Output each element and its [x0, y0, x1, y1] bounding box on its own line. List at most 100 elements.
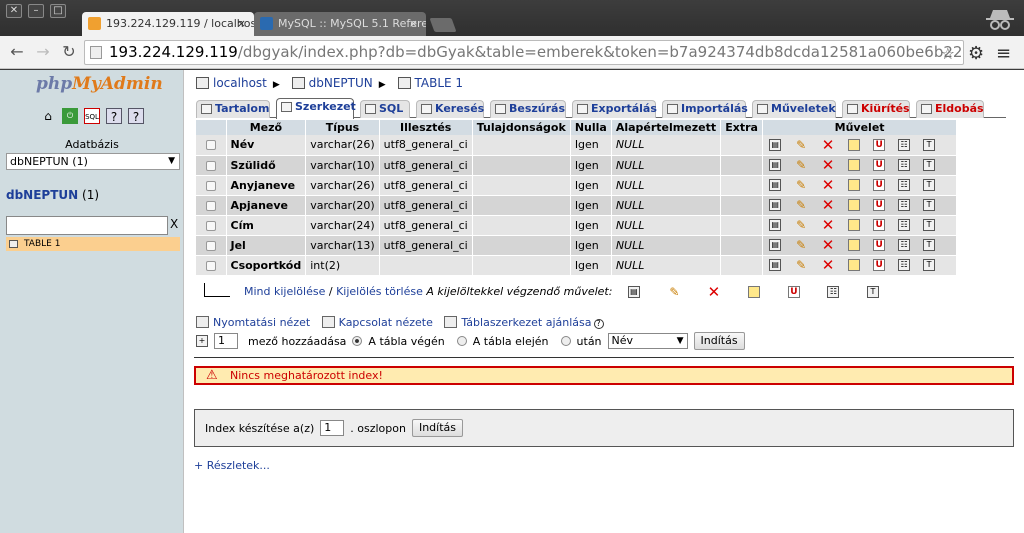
edit-icon[interactable]: ✎	[794, 158, 808, 172]
row-checkbox[interactable]	[205, 260, 216, 271]
unique-icon[interactable]: U	[873, 199, 886, 211]
tab-exportalas[interactable]: Exportálás	[572, 100, 657, 118]
breadcrumb-server[interactable]: localhost	[213, 76, 267, 90]
deselect-all-link[interactable]: Kijelölés törlése	[336, 285, 423, 298]
index-column-count-input[interactable]: 1	[320, 420, 345, 436]
new-tab-button[interactable]	[429, 18, 457, 32]
edit-icon[interactable]: ✎	[794, 178, 808, 192]
edit-icon[interactable]: ✎	[794, 218, 808, 232]
row-checkbox[interactable]	[205, 220, 216, 231]
fulltext-icon[interactable]: T	[923, 199, 936, 211]
unique-icon[interactable]: U	[873, 219, 886, 231]
index-icon[interactable]: ☷	[898, 239, 911, 251]
tab-eldobas[interactable]: Eldobás	[916, 100, 984, 118]
window-maximize-button[interactable]: □	[50, 4, 66, 18]
sql-query-icon[interactable]: SQL	[84, 108, 100, 124]
details-link[interactable]: + Részletek...	[194, 459, 270, 472]
unique-icon[interactable]: U	[873, 239, 886, 251]
edit-icon[interactable]: ✎	[794, 138, 808, 152]
row-checkbox[interactable]	[205, 200, 216, 211]
edit-icon[interactable]: ✎	[794, 258, 808, 272]
help-icon[interactable]: ?	[593, 319, 604, 329]
fulltext-icon[interactable]: T	[923, 239, 936, 251]
row-checkbox[interactable]	[205, 180, 216, 191]
create-index-go-button[interactable]: Indítás	[411, 419, 464, 437]
tab-tartalom[interactable]: Tartalom	[196, 100, 270, 118]
row-checkbox[interactable]	[205, 140, 216, 151]
index-icon[interactable]: ☷	[898, 219, 911, 231]
browse-icon[interactable]: ▤	[769, 179, 782, 191]
fulltext-selected-icon[interactable]: T	[866, 286, 879, 298]
primary-key-icon[interactable]	[848, 179, 861, 191]
drop-icon[interactable]: ✕	[821, 137, 835, 152]
unique-icon[interactable]: U	[873, 179, 886, 191]
browse-icon[interactable]: ▤	[769, 219, 782, 231]
menu-icon[interactable]: ≡	[996, 43, 1011, 64]
tab-kereses[interactable]: Keresés	[416, 100, 484, 118]
fulltext-icon[interactable]: T	[923, 219, 936, 231]
tab-szerkezet[interactable]: Szerkezet	[276, 98, 356, 119]
browse-icon[interactable]: ▤	[769, 239, 782, 251]
fulltext-icon[interactable]: T	[923, 179, 936, 191]
primary-key-icon[interactable]	[848, 239, 861, 251]
primary-key-icon[interactable]	[848, 138, 861, 151]
breadcrumb-table[interactable]: TABLE 1	[415, 76, 464, 90]
primary-selected-icon[interactable]	[748, 286, 761, 298]
reload-icon[interactable]: ↻	[58, 42, 80, 61]
exit-icon[interactable]: ⏻	[62, 108, 78, 124]
fulltext-icon[interactable]: T	[923, 259, 936, 271]
unique-icon[interactable]: U	[873, 259, 886, 271]
home-icon[interactable]: ⌂	[40, 108, 56, 124]
add-field-go-button[interactable]: Indítás	[693, 332, 745, 350]
tab-beszuras[interactable]: Beszúrás	[490, 100, 566, 118]
unique-icon[interactable]: U	[873, 159, 886, 171]
tab-close-icon[interactable]: ×	[409, 12, 418, 36]
sidebar-item-table1[interactable]: TABLE 1	[6, 237, 180, 251]
clear-filter-button[interactable]: X	[170, 217, 178, 231]
relation-view-link[interactable]: Kapcsolat nézete	[339, 316, 433, 329]
at-end-radio[interactable]	[352, 336, 363, 346]
drop-icon[interactable]: ✕	[821, 198, 835, 213]
drop-icon[interactable]: ✕	[821, 238, 835, 253]
index-icon[interactable]: ☷	[898, 159, 911, 171]
index-icon[interactable]: ☷	[898, 259, 911, 271]
drop-selected-icon[interactable]: ✕	[707, 285, 721, 300]
gear-icon[interactable]: ⚙	[968, 43, 984, 64]
browse-icon[interactable]: ▤	[769, 138, 782, 151]
index-icon[interactable]: ☷	[898, 179, 911, 191]
propose-structure-link[interactable]: Táblaszerkezet ajánlása	[461, 316, 591, 329]
table-filter-input[interactable]	[6, 216, 168, 235]
at-start-radio[interactable]	[456, 336, 467, 346]
drop-icon[interactable]: ✕	[821, 258, 835, 273]
drop-icon[interactable]: ✕	[821, 158, 835, 173]
browse-icon[interactable]: ▤	[769, 259, 782, 271]
edit-icon[interactable]: ✎	[794, 238, 808, 252]
window-minimize-button[interactable]: –	[28, 4, 44, 18]
breadcrumb-database[interactable]: dbNEPTUN	[309, 76, 373, 90]
tab-phpmyadmin[interactable]: 193.224.129.119 / localhost / dbNEPTUN /…	[82, 12, 254, 36]
tab-close-icon[interactable]: ×	[237, 12, 246, 36]
browse-selected-icon[interactable]: ▤	[627, 286, 640, 298]
primary-key-icon[interactable]	[848, 199, 861, 211]
back-arrow-icon[interactable]: ←	[6, 42, 28, 61]
tab-importalas[interactable]: Importálás	[662, 100, 748, 118]
bookmark-star-icon[interactable]: ☆	[941, 42, 955, 64]
drop-icon[interactable]: ✕	[821, 178, 835, 193]
select-all-link[interactable]: Mind kijelölése	[244, 285, 325, 298]
unique-selected-icon[interactable]: U	[787, 286, 800, 298]
print-view-link[interactable]: Nyomtatási nézet	[213, 316, 310, 329]
tab-muveletek[interactable]: Műveletek	[752, 100, 836, 118]
row-checkbox[interactable]	[205, 240, 216, 251]
database-select[interactable]: dbNEPTUN (1) ▼	[6, 153, 180, 170]
tab-kiurites[interactable]: Kiürítés	[842, 100, 910, 118]
edit-icon[interactable]: ✎	[794, 198, 808, 212]
mysql-docs-icon[interactable]: ?	[128, 108, 144, 124]
fulltext-icon[interactable]: T	[923, 159, 936, 171]
sidebar-db-link[interactable]: dbNEPTUN (1)	[6, 188, 99, 202]
row-checkbox[interactable]	[205, 160, 216, 171]
forward-arrow-icon[interactable]: →	[32, 42, 54, 61]
field-count-input[interactable]: 1	[214, 333, 238, 349]
unique-icon[interactable]: U	[873, 138, 886, 151]
primary-key-icon[interactable]	[848, 259, 861, 271]
tab-sql[interactable]: SQL	[360, 100, 410, 118]
